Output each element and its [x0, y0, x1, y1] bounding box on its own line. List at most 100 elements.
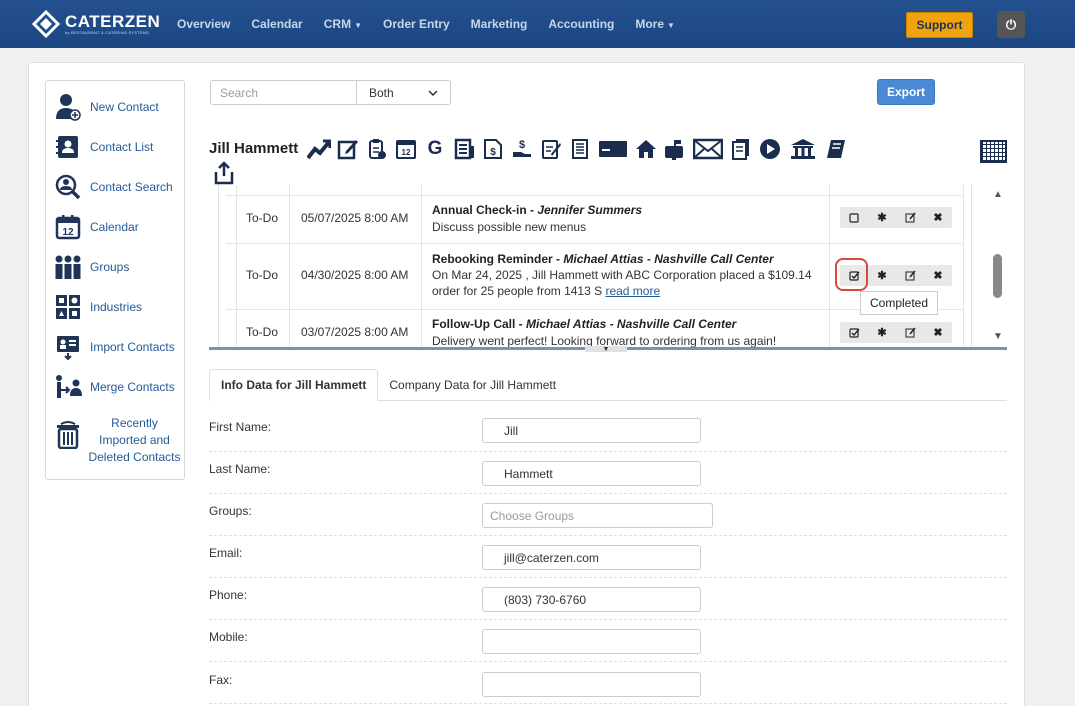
google-icon[interactable]: G [423, 136, 447, 162]
email-field[interactable]: jill@caterzen.com [482, 545, 701, 570]
sidebar-item-groups[interactable]: Groups [54, 253, 129, 281]
sidebar-item-contact-list[interactable]: Contact List [54, 133, 153, 161]
scroll-down-icon[interactable]: ▼ [993, 331, 1003, 342]
dollar-document-icon[interactable]: $ [481, 136, 505, 162]
nav-accounting[interactable]: Accounting [548, 17, 614, 31]
main-nav: Overview Calendar CRM ▼ Order Entry Marke… [177, 17, 696, 31]
sidebar-item-label: Recently Imported and Deleted Contacts [88, 416, 181, 464]
activity-type: To-Do [246, 268, 279, 282]
mailbox-icon[interactable] [663, 136, 687, 162]
sales-chart-icon[interactable] [307, 136, 331, 162]
activity-title: Annual Check-in - Jennifer Summers [432, 203, 643, 217]
last-name-field[interactable]: Hammett [482, 461, 701, 486]
activity-actions: ✱ ✖ [840, 322, 952, 343]
gear-icon[interactable]: ✱ [868, 322, 896, 343]
fax-field[interactable] [482, 672, 701, 697]
mobile-label: Mobile: [209, 630, 248, 644]
documents-icon[interactable] [729, 136, 753, 162]
activity-row[interactable]: To-Do 03/07/2025 8:00 AM Follow-Up Call … [226, 309, 964, 348]
tab-company-data[interactable]: Company Data for Jill Hammett [378, 369, 567, 401]
nav-marketing[interactable]: Marketing [471, 17, 528, 31]
sidebar-item-label: Groups [90, 259, 130, 274]
svg-text:$: $ [490, 147, 496, 158]
card-icon[interactable] [597, 136, 629, 162]
contact-book-icon [54, 133, 82, 161]
invoice-icon[interactable] [452, 136, 476, 162]
sidebar-item-recently-deleted[interactable]: Recently Imported and Deleted Contacts [54, 415, 182, 466]
form-row-groups: Groups: Choose Groups [209, 494, 1007, 536]
top-navbar: CATERZEN by RESTAURANT & CATERING SYSTEM… [0, 0, 1075, 48]
completed-highlight-ring [835, 258, 868, 291]
edit-note-icon[interactable] [336, 136, 360, 162]
sidebar-item-calendar[interactable]: 12 Calendar [54, 213, 139, 241]
phone-field[interactable]: (803) 730-6760 [482, 587, 701, 612]
nav-order-entry[interactable]: Order Entry [383, 17, 450, 31]
form-row-mobile: Mobile: [209, 620, 1007, 662]
nav-more[interactable]: More ▼ [635, 17, 675, 31]
scroll-thumb[interactable] [993, 254, 1002, 298]
checked-checkbox-icon[interactable] [840, 322, 868, 343]
svg-text:12: 12 [62, 227, 74, 238]
groups-select[interactable]: Choose Groups [482, 503, 713, 528]
mobile-field[interactable] [482, 629, 701, 654]
payment-hand-icon[interactable]: $ [510, 136, 534, 162]
unchecked-checkbox-icon[interactable] [840, 207, 868, 228]
activity-date: 05/07/2025 8:00 AM [301, 211, 409, 225]
search-scope-select[interactable]: Both [356, 80, 451, 105]
contact-toolbar: 12 G $ $ [307, 136, 853, 162]
delete-icon[interactable]: ✖ [924, 322, 952, 343]
logo-diamond-icon [32, 10, 60, 38]
nav-calendar[interactable]: Calendar [251, 17, 302, 31]
play-circle-icon[interactable] [758, 136, 782, 162]
phone-label: Phone: [209, 588, 248, 602]
nav-overview[interactable]: Overview [177, 17, 230, 31]
edit-icon[interactable] [896, 207, 924, 228]
first-name-field[interactable]: Jill [482, 418, 701, 443]
first-name-label: First Name: [209, 420, 272, 434]
last-name-label: Last Name: [209, 462, 271, 476]
activity-row[interactable]: To-Do 05/07/2025 8:00 AM Annual Check-in… [226, 195, 964, 243]
gear-icon[interactable]: ✱ [868, 265, 896, 286]
calendar-view-icon[interactable] [980, 140, 1007, 163]
svg-text:12: 12 [402, 148, 411, 157]
gear-icon[interactable]: ✱ [868, 207, 896, 228]
sidebar-item-import-contacts[interactable]: Import Contacts [54, 333, 175, 361]
form-row-first-name: First Name: Jill [209, 410, 1007, 452]
book-icon[interactable] [824, 136, 848, 162]
signed-document-icon[interactable] [539, 136, 563, 162]
file-icon[interactable] [568, 136, 592, 162]
form-row-fax: Fax: [209, 662, 1007, 704]
caterzen-logo[interactable]: CATERZEN by RESTAURANT & CATERING SYSTEM… [32, 10, 167, 38]
export-button[interactable]: Export [877, 79, 935, 105]
edit-icon[interactable] [896, 265, 924, 286]
bank-icon[interactable] [787, 136, 819, 162]
home-icon[interactable] [634, 136, 658, 162]
nav-crm[interactable]: CRM ▼ [324, 17, 362, 31]
calendar-event-icon[interactable]: 12 [394, 136, 418, 162]
add-user-icon [54, 93, 82, 121]
delete-icon[interactable]: ✖ [924, 207, 952, 228]
completed-tooltip: Completed [860, 291, 938, 315]
power-icon[interactable]: ⏻ [997, 11, 1025, 38]
checklist-icon[interactable] [365, 136, 389, 162]
read-more-link[interactable]: read more [605, 284, 660, 298]
edit-icon[interactable] [896, 322, 924, 343]
sidebar-item-industries[interactable]: Industries [54, 293, 142, 321]
activity-type: To-Do [246, 325, 279, 339]
tab-info-data[interactable]: Info Data for Jill Hammett [209, 369, 379, 401]
sidebar-item-contact-search[interactable]: Contact Search [54, 173, 173, 201]
sidebar-item-new-contact[interactable]: New Contact [54, 93, 159, 121]
activity-description: Delivery went perfect! Looking forward t… [432, 334, 777, 348]
group-icon [54, 253, 82, 281]
search-scope-value: Both [369, 85, 394, 100]
fax-label: Fax: [209, 673, 233, 687]
activity-scrollbar[interactable]: ▲ ▼ [990, 185, 1007, 345]
delete-icon[interactable]: ✖ [924, 265, 952, 286]
scroll-up-icon[interactable]: ▲ [993, 189, 1003, 200]
sidebar-item-merge-contacts[interactable]: Merge Contacts [54, 373, 175, 401]
search-input[interactable] [210, 80, 357, 105]
envelope-icon[interactable] [692, 136, 724, 162]
share-icon[interactable] [213, 161, 235, 185]
resize-handle[interactable]: ▼ [585, 346, 627, 353]
support-button[interactable]: Support [906, 12, 973, 38]
